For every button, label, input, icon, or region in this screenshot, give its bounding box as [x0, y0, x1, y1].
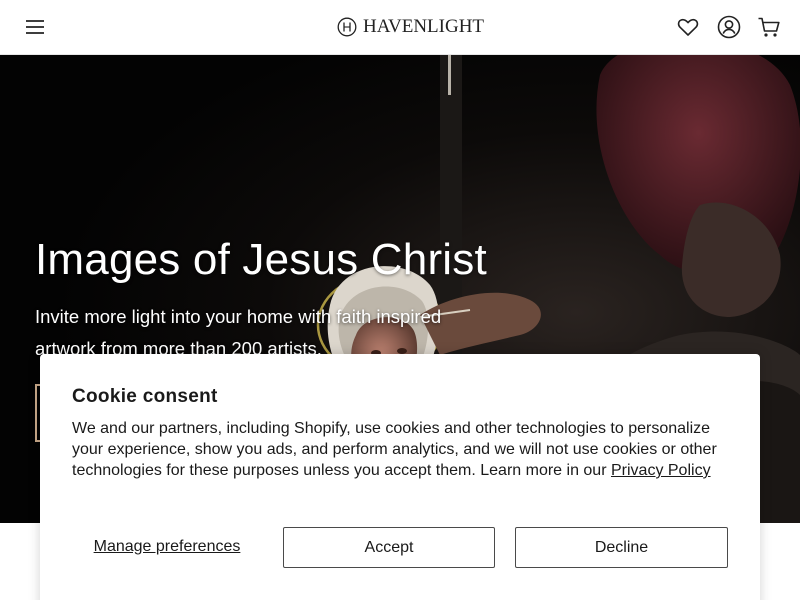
logo-mark-icon — [337, 17, 357, 37]
heart-icon[interactable] — [675, 14, 701, 40]
site-header: HAVENLIGHT — [0, 0, 800, 55]
user-account-icon[interactable] — [716, 14, 742, 40]
manage-preferences-button[interactable]: Manage preferences — [72, 527, 262, 567]
cookie-consent-text: We and our partners, including Shopify, … — [72, 418, 732, 481]
hamburger-menu-icon[interactable] — [22, 14, 48, 40]
decline-cookies-button[interactable]: Decline — [515, 527, 728, 568]
hero-title: Images of Jesus Christ — [35, 235, 487, 284]
privacy-policy-link[interactable]: Privacy Policy — [611, 462, 711, 479]
cookie-consent-dialog: Cookie consent We and our partners, incl… — [40, 354, 760, 600]
cookie-consent-title: Cookie consent — [72, 386, 218, 407]
shopping-cart-icon[interactable] — [756, 14, 782, 40]
brand-logo[interactable]: HAVENLIGHT — [337, 14, 484, 40]
brand-name: HAVENLIGHT — [363, 16, 485, 37]
accept-cookies-button[interactable]: Accept — [283, 527, 495, 568]
